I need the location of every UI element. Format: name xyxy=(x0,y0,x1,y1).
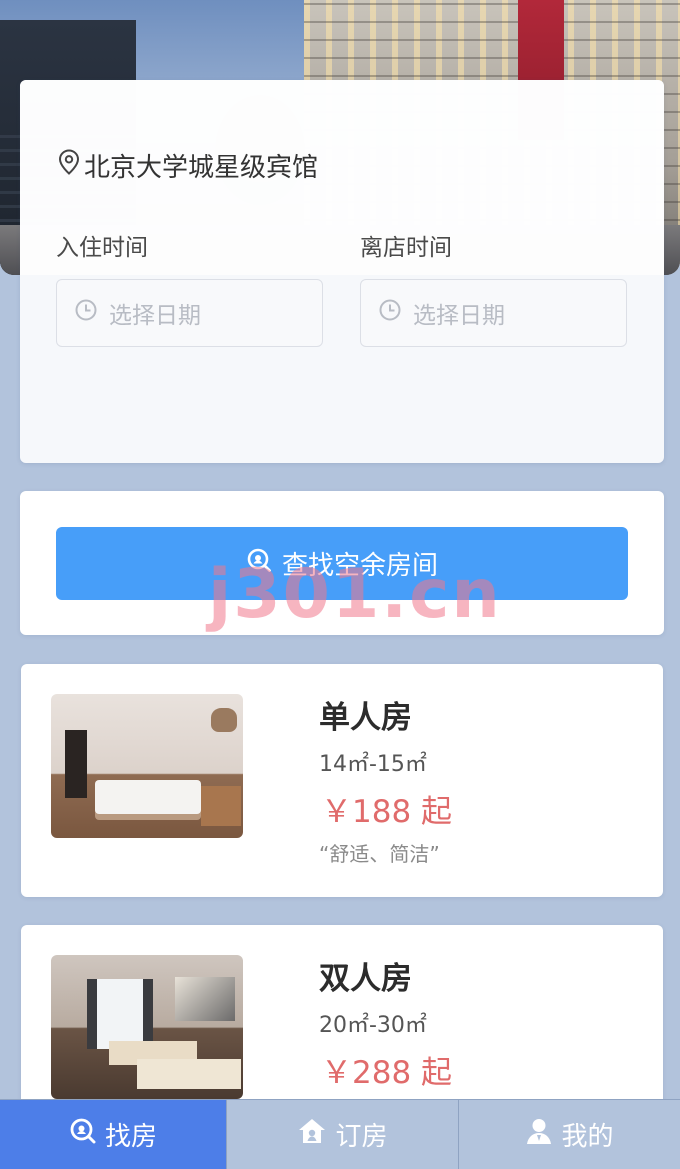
checkin-label: 入住时间 xyxy=(56,235,148,261)
room-size: 20㎡-30㎡ xyxy=(319,1013,427,1038)
tab-find-room[interactable]: 找房 xyxy=(0,1100,226,1169)
bottom-tab-bar: 找房 订房 我的 xyxy=(0,1099,680,1169)
user-icon xyxy=(525,1117,553,1152)
search-icon xyxy=(69,1117,97,1152)
hotel-location: 北京大学城星级宾馆 xyxy=(58,147,318,184)
checkout-placeholder: 选择日期 xyxy=(413,303,505,329)
tab-book-room[interactable]: 订房 xyxy=(226,1100,458,1169)
room-photo xyxy=(51,694,243,838)
clock-icon xyxy=(75,299,97,327)
room-name: 单人房 xyxy=(319,700,412,736)
hotel-name: 北京大学城星级宾馆 xyxy=(84,153,319,183)
room-card-single[interactable]: 单人房 14㎡-15㎡ ￥188 起 “舒适、简洁” xyxy=(21,664,663,897)
room-description: “舒适、简洁” xyxy=(319,842,440,866)
tab-find-room-label: 找房 xyxy=(104,1122,157,1152)
location-pin-icon xyxy=(58,149,80,182)
room-name: 双人房 xyxy=(319,961,412,997)
search-button-card: 查找空余房间 xyxy=(20,491,664,635)
checkin-date-picker[interactable]: 选择日期 xyxy=(56,279,323,347)
room-price: ￥188 起 xyxy=(321,794,453,830)
room-photo xyxy=(51,955,243,1099)
tab-profile[interactable]: 我的 xyxy=(458,1100,680,1169)
room-card-double[interactable]: 双人房 20㎡-30㎡ ￥288 起 xyxy=(21,925,663,1105)
tab-book-room-label: 订房 xyxy=(335,1122,388,1152)
search-card: 北京大学城星级宾馆 入住时间 离店时间 选择日期 选择日期 xyxy=(20,80,664,463)
checkin-placeholder: 选择日期 xyxy=(109,303,201,329)
find-rooms-button[interactable]: 查找空余房间 xyxy=(56,527,628,600)
home-icon xyxy=(297,1117,327,1152)
checkout-label: 离店时间 xyxy=(360,235,452,261)
search-icon xyxy=(246,547,272,580)
room-price: ￥288 起 xyxy=(321,1055,453,1091)
tab-profile-label: 我的 xyxy=(561,1122,614,1152)
find-rooms-label: 查找空余房间 xyxy=(281,551,438,581)
clock-icon xyxy=(379,299,401,327)
checkout-date-picker[interactable]: 选择日期 xyxy=(360,279,627,347)
room-size: 14㎡-15㎡ xyxy=(319,752,427,777)
